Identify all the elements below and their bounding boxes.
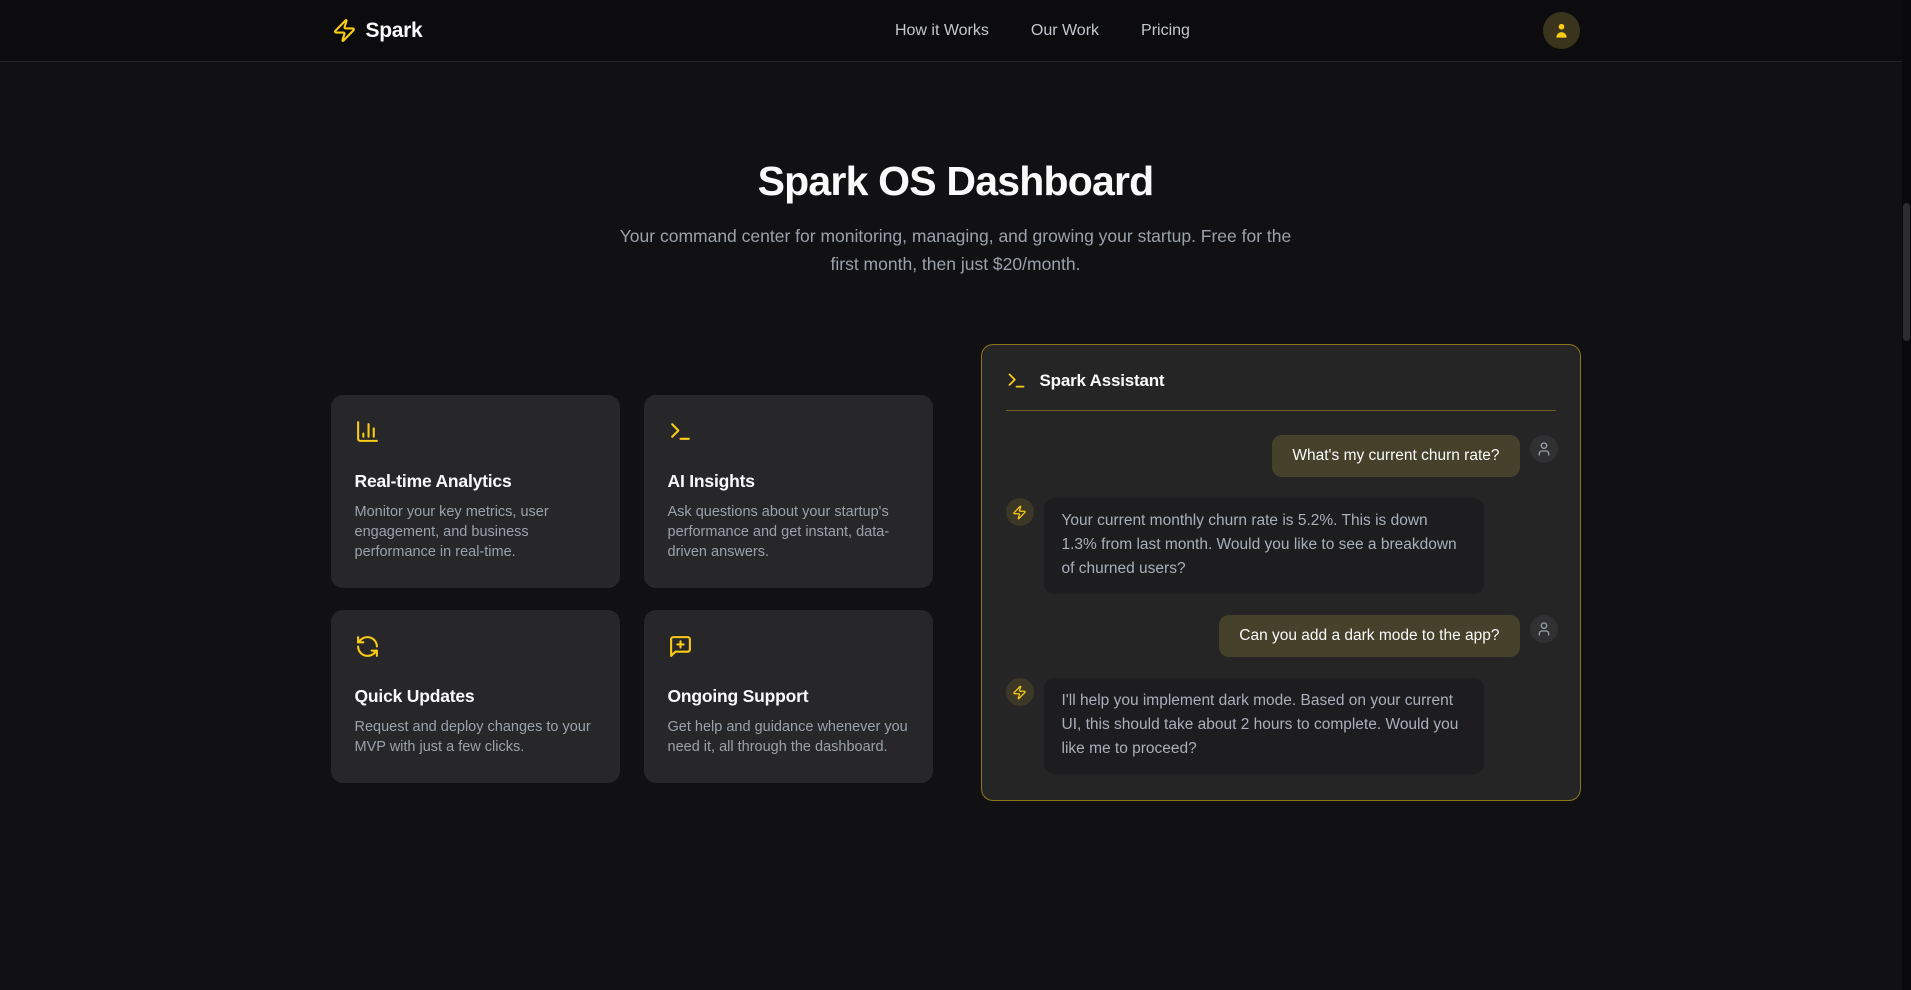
features-grid: Real-time Analytics Monitor your key met… bbox=[331, 395, 933, 783]
zap-icon bbox=[1012, 505, 1027, 520]
chat-message-assistant: I'll help you implement dark mode. Based… bbox=[1006, 678, 1558, 774]
feature-description: Monitor your key metrics, user engagemen… bbox=[355, 502, 598, 562]
feature-title: Quick Updates bbox=[355, 686, 598, 707]
refresh-icon bbox=[355, 634, 380, 659]
assistant-panel-header: Spark Assistant bbox=[982, 345, 1580, 410]
brand-name: Spark bbox=[366, 19, 423, 43]
assistant-message-bubble: I'll help you implement dark mode. Based… bbox=[1044, 678, 1484, 774]
bar-chart-icon bbox=[355, 419, 380, 444]
hero: Spark OS Dashboard Your command center f… bbox=[0, 62, 1911, 278]
hero-subtitle: Your command center for monitoring, mana… bbox=[612, 222, 1300, 278]
assistant-avatar bbox=[1006, 678, 1034, 706]
nav-links: How it Works Our Work Pricing bbox=[895, 22, 1190, 40]
assistant-avatar bbox=[1006, 498, 1034, 526]
chat-messages: What's my current churn rate? Your curre… bbox=[982, 411, 1580, 800]
brand-logo[interactable]: Spark bbox=[332, 18, 423, 43]
feature-title: Real-time Analytics bbox=[355, 471, 598, 492]
user-message-bubble: Can you add a dark mode to the app? bbox=[1219, 615, 1519, 657]
page: Spark How it Works Our Work Pricing Spar… bbox=[0, 0, 1911, 990]
chat-message-user: Can you add a dark mode to the app? bbox=[1006, 615, 1558, 657]
feature-description: Request and deploy changes to your MVP w… bbox=[355, 717, 598, 757]
user-avatar bbox=[1530, 435, 1558, 463]
feature-description: Ask questions about your startup's perfo… bbox=[668, 502, 911, 562]
assistant-panel-title: Spark Assistant bbox=[1040, 371, 1165, 391]
user-icon bbox=[1536, 441, 1552, 457]
nav-link-our-work[interactable]: Our Work bbox=[1031, 22, 1099, 40]
nav-link-how-it-works[interactable]: How it Works bbox=[895, 22, 989, 40]
feature-description: Get help and guidance whenever you need … bbox=[668, 717, 911, 757]
feature-card-quick-updates: Quick Updates Request and deploy changes… bbox=[331, 610, 620, 783]
zap-icon bbox=[1012, 685, 1027, 700]
user-icon bbox=[1552, 21, 1571, 40]
nav-link-pricing[interactable]: Pricing bbox=[1141, 22, 1190, 40]
feature-card-ai-insights: AI Insights Ask questions about your sta… bbox=[644, 395, 933, 588]
user-avatar bbox=[1530, 615, 1558, 643]
account-avatar-button[interactable] bbox=[1543, 12, 1580, 49]
page-title: Spark OS Dashboard bbox=[0, 158, 1911, 205]
user-message-bubble: What's my current churn rate? bbox=[1272, 435, 1519, 477]
spark-assistant-panel: Spark Assistant What's my current churn … bbox=[981, 344, 1581, 801]
feature-title: Ongoing Support bbox=[668, 686, 911, 707]
message-square-plus-icon bbox=[668, 634, 693, 659]
assistant-message-bubble: Your current monthly churn rate is 5.2%.… bbox=[1044, 498, 1484, 594]
feature-card-realtime-analytics: Real-time Analytics Monitor your key met… bbox=[331, 395, 620, 588]
page-scrollbar-track bbox=[1902, 0, 1911, 990]
feature-title: AI Insights bbox=[668, 471, 911, 492]
chat-message-assistant: Your current monthly churn rate is 5.2%.… bbox=[1006, 498, 1558, 594]
feature-card-ongoing-support: Ongoing Support Get help and guidance wh… bbox=[644, 610, 933, 783]
zap-icon bbox=[332, 18, 357, 43]
page-scrollbar-thumb[interactable] bbox=[1903, 203, 1910, 341]
terminal-icon bbox=[668, 419, 693, 444]
user-icon bbox=[1536, 621, 1552, 637]
chat-message-user: What's my current churn rate? bbox=[1006, 435, 1558, 477]
terminal-icon bbox=[1006, 370, 1027, 391]
main-content: Real-time Analytics Monitor your key met… bbox=[331, 344, 1581, 801]
navbar: Spark How it Works Our Work Pricing bbox=[0, 0, 1911, 62]
